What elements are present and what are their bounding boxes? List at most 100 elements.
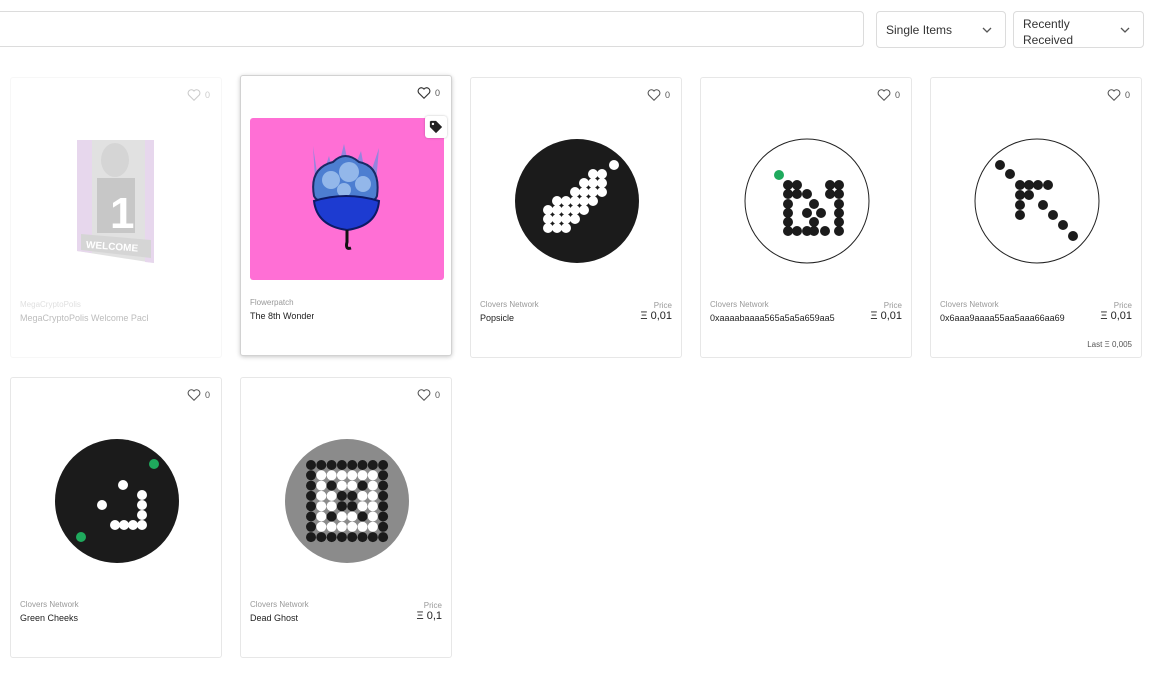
clover-dot [1043, 180, 1053, 190]
favorite-count: 0 [434, 390, 440, 400]
favorite-count: 0 [664, 90, 670, 100]
clover-dot [543, 205, 553, 215]
price-tag-button[interactable] [425, 116, 447, 138]
clover-dot [792, 180, 802, 190]
clover-dot [588, 178, 598, 188]
clover-dot [378, 532, 389, 543]
clover-dot [1024, 190, 1034, 200]
clover-dot [579, 187, 589, 197]
clover-dot [336, 490, 347, 501]
clover-dot [1048, 210, 1058, 220]
favorite-button[interactable]: 0 [1107, 88, 1130, 102]
clover-dot [802, 208, 812, 218]
clover-dot [316, 460, 327, 470]
clover-dot [336, 532, 347, 543]
asset-card[interactable]: 0 Clovers Network Green Cheeks [10, 377, 222, 658]
clover-dot [137, 490, 147, 500]
clover-dot [336, 511, 347, 522]
collection-name: Flowerpatch [250, 298, 294, 307]
clover-dot [1015, 200, 1025, 210]
clover-dot [816, 208, 826, 218]
collection-name: Clovers Network [20, 600, 79, 609]
favorite-count: 0 [1124, 90, 1130, 100]
clover-dot [316, 532, 327, 543]
clover-dot [367, 532, 378, 543]
clover-dot [378, 470, 389, 481]
search-input[interactable] [0, 11, 864, 47]
price-value: Ξ 0,01 [640, 310, 672, 322]
chevron-down-icon [982, 27, 992, 33]
collection-name: Clovers Network [940, 300, 999, 309]
clover-dot [834, 217, 844, 227]
asset-card[interactable]: 1 WELCOME 0 MegaCryptoPolis MegaCryptoPo… [10, 77, 222, 358]
clover-dot [561, 214, 571, 224]
asset-card[interactable]: 0 Clovers Network Dead Ghost Price Ξ 0,1 [240, 377, 452, 658]
clover-dot [316, 521, 327, 532]
favorite-count: 0 [204, 90, 210, 100]
clover-dot [570, 187, 580, 197]
favorite-count: 0 [434, 88, 440, 98]
clover-dot [357, 511, 368, 522]
clover-dot [570, 196, 580, 206]
clover-dot [561, 223, 571, 233]
clover-dot [326, 490, 337, 501]
clover-dot [316, 480, 327, 491]
clover-dot [326, 501, 337, 512]
clover-dot [128, 520, 138, 530]
clover-dot [792, 189, 802, 199]
clover-dot [820, 226, 830, 236]
favorite-button[interactable]: 0 [187, 388, 210, 402]
heart-icon [187, 89, 201, 101]
clover-dot [995, 160, 1005, 170]
chevron-down-icon [1120, 27, 1130, 33]
favorite-count: 0 [894, 90, 900, 100]
clover-dot [367, 480, 378, 491]
clover-dot [579, 196, 589, 206]
sort-select[interactable]: Recently Received [1013, 11, 1144, 48]
clover-dot [579, 178, 589, 188]
clover-dot [306, 532, 316, 543]
clover-dot [336, 470, 347, 481]
collection-name: MegaCryptoPolis [20, 300, 81, 309]
asset-card[interactable]: 0 Clovers Network Popsicle Price Ξ 0,01 [470, 77, 682, 358]
clover-dot [1015, 180, 1025, 190]
clover-dot [1024, 180, 1034, 190]
clover-dot [543, 223, 553, 233]
asset-name: 0x6aaa9aaaa55aa5aaa66aa69 [940, 313, 1065, 323]
asset-card[interactable]: 0 Flowerpatch The 8th Wonder [240, 75, 452, 356]
favorite-button[interactable]: 0 [877, 88, 900, 102]
heart-icon [417, 87, 431, 100]
clover-dot [306, 501, 316, 512]
clover-dot [316, 501, 327, 512]
favorite-button[interactable]: 0 [647, 88, 670, 102]
clover-dot [597, 187, 607, 197]
heart-icon [877, 89, 891, 101]
favorite-button[interactable]: 0 [417, 86, 440, 100]
clover-dot [306, 511, 316, 522]
clover-dot [306, 480, 316, 491]
sort-value: Recently Received [1023, 17, 1074, 47]
clover-dot [357, 521, 368, 532]
clover-dot [552, 214, 562, 224]
clover-dot [367, 511, 378, 522]
clover-dot [316, 470, 327, 481]
clover-dot [597, 169, 607, 179]
favorite-button[interactable]: 0 [417, 388, 440, 402]
clover-dot [110, 520, 120, 530]
clover-dot [561, 205, 571, 215]
clover-dot [347, 460, 358, 470]
clover-dot [357, 480, 368, 491]
favorite-button[interactable]: 0 [187, 88, 210, 102]
clover-dot [802, 189, 812, 199]
item-type-select[interactable]: Single Items [876, 11, 1006, 48]
clover-dot [357, 532, 368, 543]
price-value: Ξ 0,01 [1100, 310, 1132, 322]
clover-dot [1033, 180, 1043, 190]
clover-dot [834, 180, 844, 190]
clover-dot [306, 460, 316, 470]
clover-dot [347, 470, 358, 481]
asset-card[interactable]: 0 Clovers Network 0x6aaa9aaaa55aa5aaa66a… [930, 77, 1142, 358]
clover-dot [1015, 190, 1025, 200]
clover-dot [597, 178, 607, 188]
asset-card[interactable]: 0 Clovers Network 0xaaaabaaaa565a5a5a659… [700, 77, 912, 358]
